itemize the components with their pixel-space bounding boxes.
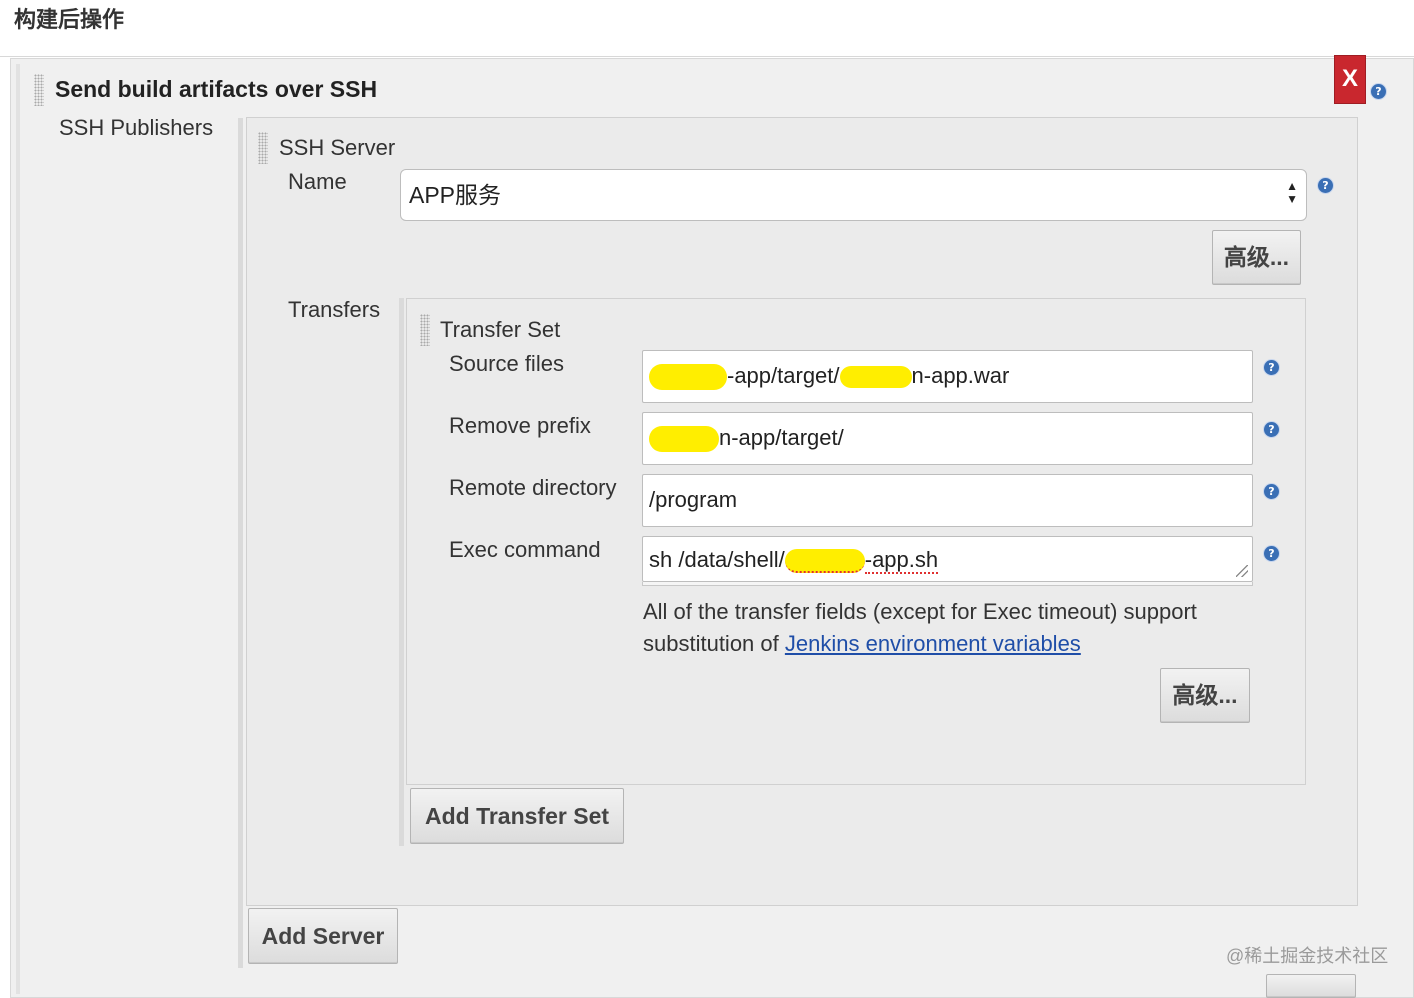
redaction-mark — [784, 549, 865, 574]
redaction-mark — [649, 364, 727, 391]
panel-left-bar — [16, 64, 20, 994]
plugin-title: Send build artifacts over SSH — [55, 76, 378, 102]
transfers-label: Transfers — [288, 297, 381, 322]
help-icon[interactable]: ? — [1264, 484, 1279, 499]
remove-prefix-label: Remove prefix — [449, 413, 591, 438]
server-advanced-button[interactable]: 高级... — [1212, 230, 1301, 285]
jenkins-env-vars-link[interactable]: Jenkins environment variables — [785, 631, 1081, 656]
help-icon[interactable]: ? — [1264, 422, 1279, 437]
exec-command-value: sh /data/shell/ — [649, 547, 785, 572]
section-divider — [0, 56, 1414, 57]
source-files-value: -app/target/ — [727, 363, 840, 388]
help-icon[interactable]: ? — [1264, 360, 1279, 375]
remote-directory-input[interactable]: /program — [642, 474, 1253, 527]
ssh-publishers-label: SSH Publishers — [59, 115, 214, 140]
source-files-label: Source files — [449, 351, 564, 376]
ssh-server-title: SSH Server — [279, 135, 396, 160]
add-transfer-set-button[interactable]: Add Transfer Set — [410, 788, 624, 844]
textarea-expand-bar[interactable] — [642, 582, 1253, 586]
remove-prefix-input[interactable]: n-app/target/ — [642, 412, 1253, 465]
drag-handle-icon[interactable] — [420, 314, 430, 346]
exec-command-suffix: -app.sh — [864, 547, 939, 574]
select-arrows-icon: ▲ ▼ — [1286, 179, 1298, 206]
name-label: Name — [288, 169, 347, 194]
resize-handle-icon[interactable] — [1236, 565, 1248, 577]
source-files-suffix: n-app.war — [911, 363, 1010, 388]
partial-button[interactable] — [1266, 974, 1356, 998]
remove-prefix-value: n-app/target/ — [719, 425, 844, 450]
drag-handle-icon[interactable] — [34, 74, 44, 106]
help-icon[interactable]: ? — [1318, 178, 1333, 193]
watermark: @稀土掘金技术社区 — [1226, 946, 1389, 966]
exec-command-label: Exec command — [449, 537, 601, 562]
drag-handle-icon[interactable] — [258, 132, 268, 164]
redaction-mark — [649, 426, 719, 453]
substitution-note: All of the transfer fields (except for E… — [643, 596, 1263, 660]
redaction-mark — [839, 366, 912, 389]
section-title: 构建后操作 — [14, 7, 125, 32]
transfer-set-title: Transfer Set — [440, 317, 561, 342]
server-name-select[interactable]: APP服务 ▲ ▼ — [400, 169, 1307, 221]
exec-command-textarea[interactable]: sh /data/shell/ -app.sh — [642, 536, 1253, 582]
transfer-advanced-button[interactable]: 高级... — [1160, 668, 1250, 723]
server-name-value: APP服务 — [409, 182, 502, 208]
help-icon[interactable]: ? — [1264, 546, 1279, 561]
transfers-left-bar — [399, 298, 404, 846]
source-files-input[interactable]: -app/target/n-app.war — [642, 350, 1253, 403]
help-icon[interactable]: ? — [1371, 84, 1386, 99]
delete-publisher-button[interactable]: X — [1334, 55, 1366, 104]
remote-directory-label: Remote directory — [449, 475, 617, 500]
publishers-left-bar — [238, 118, 243, 968]
add-server-button[interactable]: Add Server — [248, 908, 398, 964]
